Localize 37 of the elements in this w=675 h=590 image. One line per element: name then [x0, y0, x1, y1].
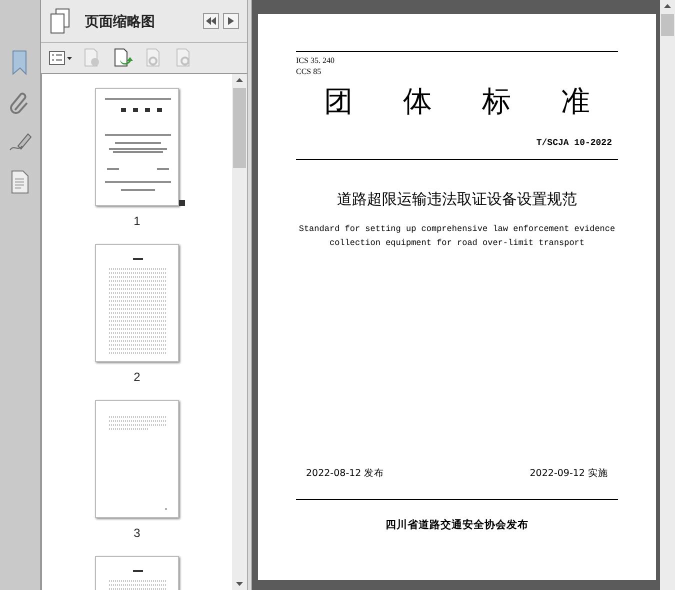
heading-character: 准 [561, 83, 590, 119]
dropdown-caret-icon [67, 56, 72, 60]
panel-title: 页面缩略图 [85, 12, 156, 30]
classification-code: ICS 35. 240 [296, 55, 336, 66]
delete-page-icon[interactable] [82, 48, 102, 68]
page-thumbnail[interactable] [95, 400, 179, 518]
page-number: 3 [134, 525, 140, 542]
document-title: 道路超限运输违法取证设备设置规范 [337, 188, 577, 210]
issue-date: 2022-08-12 发布 [306, 467, 384, 481]
page-thumbnail[interactable] [95, 244, 179, 362]
page-number: 1 [134, 213, 140, 230]
scroll-up-icon[interactable] [664, 4, 671, 8]
scrollbar[interactable] [660, 0, 675, 590]
english-title: collection equipment for road over-limit transport [329, 237, 585, 250]
collapse-button[interactable] [203, 13, 219, 29]
expand-button[interactable] [223, 13, 239, 29]
list-icon [49, 51, 65, 65]
options-button[interactable] [49, 51, 72, 65]
scrollbar[interactable] [232, 74, 247, 590]
scroll-down-icon[interactable] [236, 582, 243, 586]
scrollbar-thumb[interactable] [233, 88, 246, 168]
heading-character: 团 [324, 83, 353, 119]
page-icon[interactable] [10, 170, 30, 194]
classification-code: CCS 85 [296, 66, 322, 77]
double-left-arrow-icon [206, 17, 216, 25]
standard-number: T/SCJA 10-2022 [536, 137, 612, 150]
english-title: Standard for setting up comprehensive law enforcement evidence [298, 223, 616, 236]
insert-page-icon[interactable] [112, 48, 134, 68]
effective-date: 2022-09-12 实施 [530, 467, 608, 481]
heading-character: 标 [482, 83, 511, 119]
scrollbar-thumb[interactable] [661, 14, 674, 36]
scroll-up-icon[interactable] [236, 78, 243, 82]
page-number: 2 [134, 369, 140, 386]
heading-character: 体 [403, 83, 432, 119]
right-arrow-icon [228, 17, 234, 25]
publisher: 四川省道路交通安全协会发布 [386, 518, 528, 534]
page-thumbnail[interactable] [95, 88, 179, 206]
